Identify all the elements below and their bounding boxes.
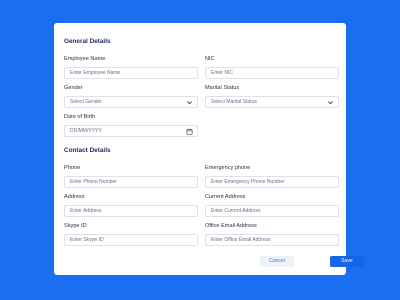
date-of-birth-placeholder: DD/MM/YYYY — [70, 128, 102, 134]
marital-status-label: Marital Status — [205, 85, 240, 91]
phone-label: Phone — [64, 165, 81, 171]
nic-input[interactable]: Enter NIC — [205, 67, 339, 79]
address-field: Address Enter Address — [64, 194, 198, 217]
gender-select-value: Select Gender — [70, 99, 102, 105]
save-button[interactable]: Save — [330, 256, 364, 267]
employee-name-input[interactable]: Enter Employee Name — [64, 67, 198, 79]
current-address-input[interactable]: Enter Current Address — [205, 205, 339, 217]
date-of-birth-input[interactable]: DD/MM/YYYY — [64, 125, 198, 137]
skype-id-field: Skype ID Enter Skype ID — [64, 223, 198, 246]
marital-status-select[interactable]: Select Marital Status — [205, 96, 339, 108]
employee-name-label: Employee Name — [64, 56, 106, 62]
office-email-field: Office Email Address Enter Office Email … — [205, 223, 339, 246]
chevron-down-icon — [328, 101, 333, 105]
chevron-down-icon — [187, 101, 192, 105]
employee-name-field: Employee Name Enter Employee Name — [64, 56, 198, 79]
skype-id-label: Skype ID — [64, 223, 87, 229]
general-details-heading: General Details — [64, 38, 111, 45]
current-address-label: Current Address — [205, 194, 246, 200]
office-email-input[interactable]: Enter Office Email Address — [205, 234, 339, 246]
gender-field: Gender Select Gender — [64, 85, 198, 108]
nic-label: NIC — [205, 56, 215, 62]
gender-label: Gender — [64, 85, 83, 91]
employee-form-card: General Details Employee Name Enter Empl… — [54, 23, 364, 275]
gender-select[interactable]: Select Gender — [64, 96, 198, 108]
cancel-button[interactable]: Cancel — [260, 256, 294, 267]
address-input[interactable]: Enter Address — [64, 205, 198, 217]
current-address-field: Current Address Enter Current Address — [205, 194, 339, 217]
skype-id-input[interactable]: Enter Skype ID — [64, 234, 198, 246]
calendar-icon[interactable] — [186, 128, 193, 135]
emergency-phone-input[interactable]: Enter Emergency Phone Number — [205, 176, 339, 188]
phone-input[interactable]: Enter Phone Number — [64, 176, 198, 188]
address-label: Address — [64, 194, 85, 200]
office-email-label: Office Email Address — [205, 223, 257, 229]
nic-field: NIC Enter NIC — [205, 56, 339, 79]
marital-status-field: Marital Status Select Marital Status — [205, 85, 339, 108]
date-of-birth-field: Date of Birth DD/MM/YYYY — [64, 114, 198, 137]
emergency-phone-field: Emergency phone Enter Emergency Phone Nu… — [205, 165, 339, 188]
phone-field: Phone Enter Phone Number — [64, 165, 198, 188]
emergency-phone-label: Emergency phone — [205, 165, 251, 171]
date-of-birth-label: Date of Birth — [64, 114, 96, 120]
marital-status-select-value: Select Marital Status — [211, 99, 257, 105]
contact-details-heading: Contact Details — [64, 147, 111, 154]
